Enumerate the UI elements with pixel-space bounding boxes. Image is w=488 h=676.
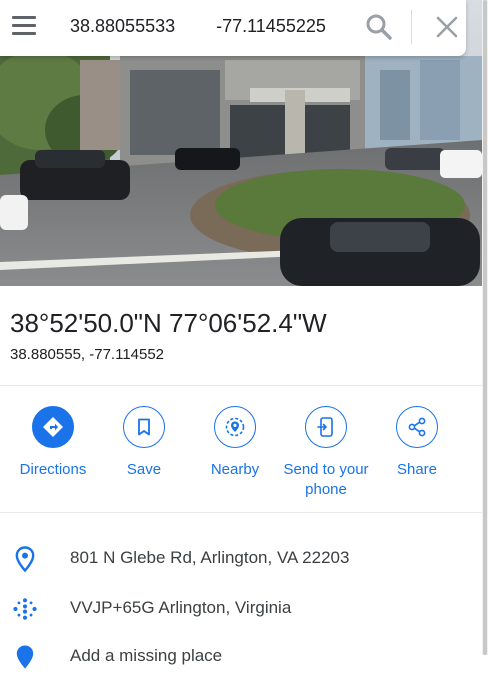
- add-place-row[interactable]: Add a missing place: [0, 636, 482, 676]
- search-divider: [411, 10, 412, 44]
- menu-icon[interactable]: [12, 16, 38, 36]
- bookmark-icon: [138, 418, 150, 436]
- save-circle: [123, 406, 165, 448]
- send-to-phone-circle: [305, 406, 347, 448]
- search-box: [0, 0, 466, 56]
- directions-button[interactable]: Directions: [8, 406, 98, 480]
- search-icon[interactable]: [364, 12, 394, 42]
- decimal-coordinates: 38.880555, -77.114552: [10, 346, 165, 363]
- action-bar: Directions Save Nearby Send to your phon…: [0, 406, 482, 506]
- share-label: Share: [396, 461, 438, 478]
- send-to-phone-label: Send to your phone: [283, 461, 369, 498]
- location-pin-icon: [12, 546, 38, 572]
- share-icon: [408, 417, 426, 437]
- place-title: 38°52'50.0"N 77°06'52.4"W: [10, 308, 327, 338]
- address-row[interactable]: 801 N Glebe Rd, Arlington, VA 22203: [0, 538, 482, 578]
- share-circle: [396, 406, 438, 448]
- nearby-label: Nearby: [210, 461, 260, 478]
- divider: [0, 385, 482, 386]
- divider: [0, 512, 482, 513]
- directions-label: Directions: [19, 461, 87, 478]
- add-place-pin-icon: [12, 644, 38, 670]
- directions-icon: [43, 417, 63, 437]
- directions-circle: [32, 406, 74, 448]
- save-label: Save: [126, 461, 162, 478]
- address-text: 801 N Glebe Rd, Arlington, VA 22203: [70, 548, 350, 567]
- add-place-text: Add a missing place: [70, 646, 223, 665]
- share-button[interactable]: Share: [372, 406, 462, 480]
- plus-code-icon: [12, 596, 38, 622]
- plus-code-text: VVJP+65G Arlington, Virginia: [70, 598, 292, 617]
- plus-code-row[interactable]: VVJP+65G Arlington, Virginia: [0, 588, 482, 628]
- send-to-phone-button[interactable]: Send to your phone: [281, 406, 371, 500]
- nearby-circle: [214, 406, 256, 448]
- scrollbar-thumb[interactable]: [483, 0, 487, 655]
- nearby-icon: [225, 417, 245, 437]
- save-button[interactable]: Save: [99, 406, 189, 480]
- search-input[interactable]: [60, 12, 352, 40]
- send-to-phone-icon: [317, 417, 333, 437]
- close-icon[interactable]: [432, 12, 462, 42]
- scrollbar[interactable]: [482, 0, 488, 655]
- nearby-button[interactable]: Nearby: [190, 406, 280, 480]
